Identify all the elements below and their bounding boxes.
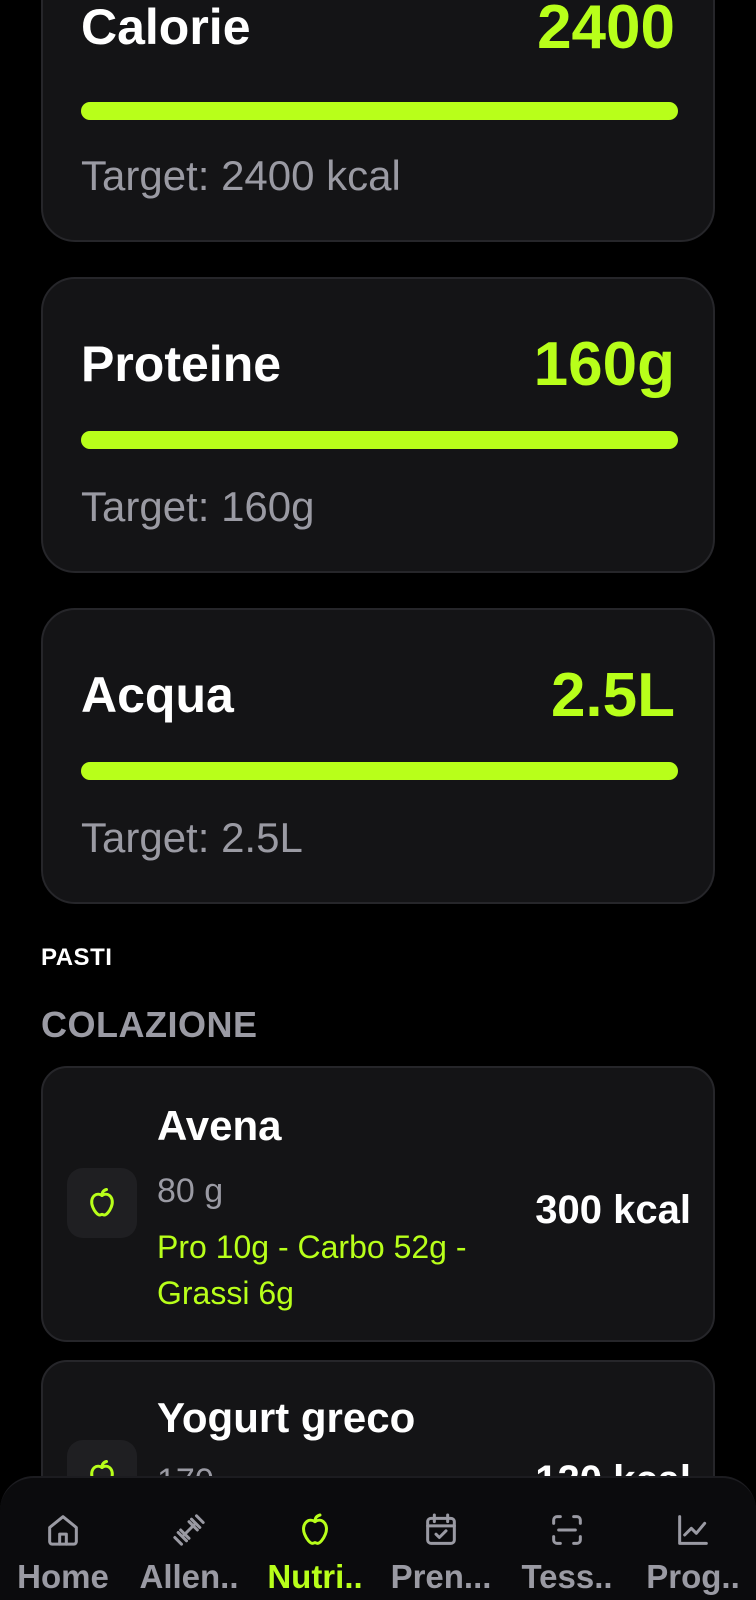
chart-line-icon — [678, 1515, 708, 1545]
nav-item-workout[interactable]: Allen.. — [126, 1478, 252, 1600]
bottom-navigation: Home Allen.. Nutri.. Pren... Tess.. Prog… — [0, 1476, 756, 1600]
food-name: Yogurt greco — [157, 1394, 416, 1441]
home-icon — [48, 1515, 78, 1546]
nav-label-bookings: Pren... — [390, 1558, 492, 1595]
breakfast-title: COLAZIONE — [41, 1004, 258, 1045]
nav-label-card: Tess.. — [521, 1558, 613, 1595]
protein-target-text: Target: 160g — [81, 483, 315, 530]
nav-item-progress[interactable]: Prog.. — [630, 1478, 756, 1600]
water-target-card[interactable]: Acqua 2.5L Target: 2.5L — [41, 608, 715, 904]
calorie-value: 2400 — [537, 0, 675, 62]
calorie-progress-bar — [81, 102, 678, 120]
water-label: Acqua — [81, 667, 234, 723]
nav-item-bookings[interactable]: Pren... — [378, 1478, 504, 1600]
calorie-target-text: Target: 2400 kcal — [81, 152, 401, 199]
apple-icon — [302, 1513, 328, 1545]
protein-label: Proteine — [81, 336, 282, 392]
food-macros: Pro 10g - Carbo 52g - Grassi 6g — [157, 1229, 467, 1311]
nav-label-progress: Prog.. — [646, 1558, 740, 1595]
food-item-avena[interactable]: Avena 80 g Pro 10g - Carbo 52g - Grassi … — [41, 1066, 715, 1342]
calorie-target-card[interactable]: Calorie 2400 Target: 2400 kcal — [41, 0, 715, 242]
water-value: 2.5L — [550, 661, 675, 730]
scan-icon — [552, 1515, 582, 1545]
protein-target-card[interactable]: Proteine 160g Target: 160g — [41, 277, 715, 573]
water-target-text: Target: 2.5L — [81, 814, 303, 861]
apple-icon — [67, 1168, 137, 1238]
nav-label-home: Home — [17, 1558, 109, 1595]
nav-item-home[interactable]: Home — [0, 1478, 126, 1600]
protein-progress-fill — [81, 431, 678, 449]
water-progress-bar — [81, 762, 678, 780]
meals-section-title: PASTI — [41, 944, 113, 971]
nav-label-workout: Allen.. — [139, 1558, 239, 1595]
nutrition-scroll-area[interactable]: Calorie 2400 Target: 2400 kcal Proteine … — [0, 0, 756, 1600]
water-progress-fill — [81, 762, 678, 780]
protein-progress-bar — [81, 431, 678, 449]
nav-label-nutrition: Nutri.. — [267, 1558, 363, 1595]
nav-item-nutrition[interactable]: Nutri.. — [252, 1478, 378, 1600]
food-quantity: 80 g — [157, 1172, 224, 1210]
nav-item-card[interactable]: Tess.. — [504, 1478, 630, 1600]
calorie-progress-fill — [81, 102, 678, 120]
calorie-label: Calorie — [81, 0, 251, 55]
protein-value: 160g — [533, 330, 675, 399]
food-kcal: 300 kcal — [535, 1188, 691, 1232]
calendar-check-icon — [426, 1513, 456, 1545]
food-name: Avena — [157, 1102, 282, 1149]
dumbbell-icon — [173, 1514, 205, 1546]
